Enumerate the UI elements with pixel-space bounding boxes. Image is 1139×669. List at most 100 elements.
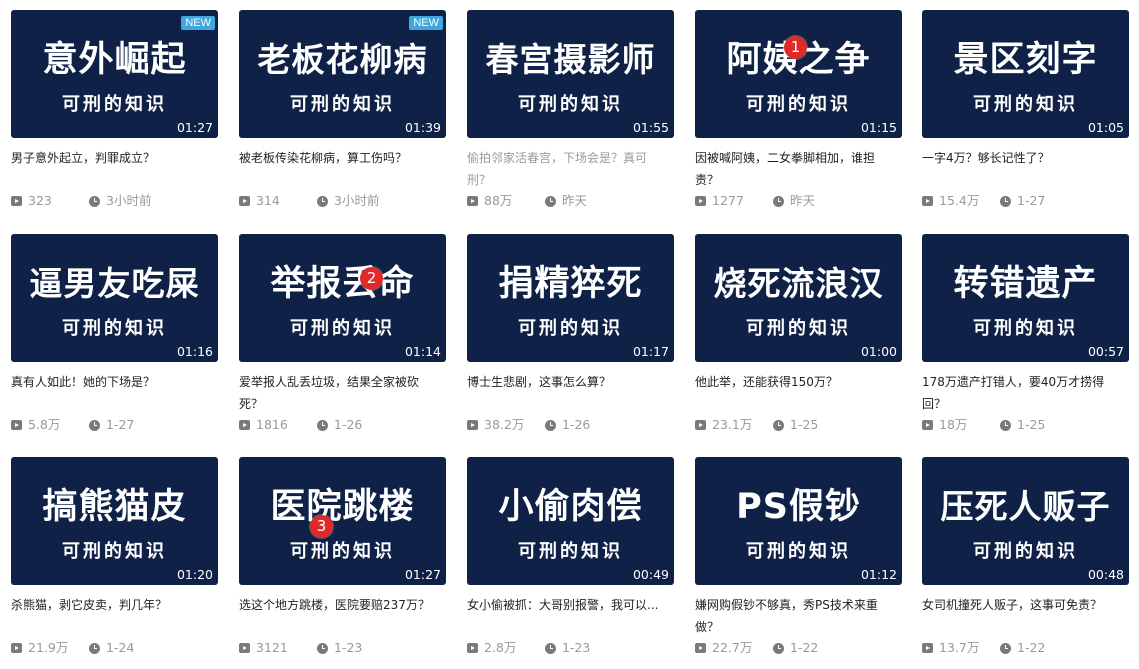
play-count-value: 22.7万 (712, 640, 753, 655)
play-count: 18万 (922, 416, 967, 434)
thumbnail-title: 压死人贩子 (940, 487, 1111, 526)
video-thumbnail[interactable]: 春宫摄影师 可刑的知识 01:55 (467, 10, 674, 138)
play-count-value: 88万 (484, 193, 513, 208)
thumbnail-title: 搞熊猫皮 (42, 487, 187, 527)
video-card[interactable]: 阿姨之争 可刑的知识 01:15 1 因被喊阿姨，二女拳脚相加，谁担责？ 1277 昨天 (695, 10, 902, 222)
publish-time: 1-24 (89, 639, 134, 657)
play-count-icon (11, 420, 22, 430)
video-meta: 1277 昨天 (695, 192, 902, 210)
publish-time: 3小时前 (317, 192, 379, 210)
thumbnail-subtitle: 可刑的知识 (62, 318, 167, 339)
video-card[interactable]: 捐精猝死 可刑的知识 01:17 博士生悲剧，这事怎么算？ 38.2万 1-26 (467, 234, 674, 446)
rank-badge: 1 (784, 36, 807, 59)
video-description[interactable]: 男子意外起立，判罪成立？ (11, 147, 211, 169)
play-count-value: 323 (28, 193, 52, 208)
clock-icon (89, 642, 100, 654)
video-description[interactable]: 女司机撞死人贩子，这事可免责？ (922, 594, 1122, 616)
video-thumbnail[interactable]: 小偷肉偿 可刑的知识 00:49 (467, 457, 674, 585)
video-description[interactable]: 一字4万？够长记性了？ (922, 147, 1122, 169)
play-count-icon (11, 643, 22, 653)
play-count-value: 5.8万 (28, 417, 61, 432)
video-description[interactable]: 真有人如此！她的下场是？ (11, 371, 211, 393)
video-thumbnail[interactable]: PS假钞 可刑的知识 01:12 (695, 457, 902, 585)
new-badge: NEW (181, 16, 215, 30)
thumbnail-subtitle: 可刑的知识 (746, 541, 851, 562)
video-meta: 88万 昨天 (467, 192, 674, 210)
play-count: 21.9万 (11, 639, 68, 657)
video-card[interactable]: 压死人贩子 可刑的知识 00:48 女司机撞死人贩子，这事可免责？ 13.7万 1-22 (922, 457, 1129, 669)
clock-icon (1000, 642, 1011, 654)
play-count-value: 2.8万 (484, 640, 517, 655)
thumbnail-title: 举报丢命 (270, 264, 415, 304)
video-description[interactable]: 嫌网购假钞不够真，秀PS技术来重做？ (695, 594, 895, 638)
video-thumbnail[interactable]: 意外崛起 可刑的知识 01:27 NEW (11, 10, 218, 138)
publish-time: 1-26 (545, 416, 590, 434)
play-count-value: 1277 (712, 193, 744, 208)
clock-icon (317, 195, 328, 207)
thumbnail-title: 景区刻字 (953, 40, 1098, 80)
thumbnail-subtitle: 可刑的知识 (290, 541, 395, 562)
play-count: 38.2万 (467, 416, 524, 434)
video-thumbnail[interactable]: 阿姨之争 可刑的知识 01:15 1 (695, 10, 902, 138)
thumbnail-subtitle: 可刑的知识 (973, 318, 1078, 339)
duration-label: 00:57 (1087, 344, 1124, 359)
play-count-icon (695, 420, 706, 430)
duration-label: 01:27 (176, 120, 213, 135)
video-card[interactable]: 烧死流浪汉 可刑的知识 01:00 他此举，还能获得150万？ 23.1万 1-25 (695, 234, 902, 446)
video-thumbnail[interactable]: 烧死流浪汉 可刑的知识 01:00 (695, 234, 902, 362)
play-count-icon (467, 420, 478, 430)
video-card[interactable]: 景区刻字 可刑的知识 01:05 一字4万？够长记性了？ 15.4万 1-27 (922, 10, 1129, 222)
video-thumbnail[interactable]: 老板花柳病 可刑的知识 01:39 NEW (239, 10, 446, 138)
video-card[interactable]: 小偷肉偿 可刑的知识 00:49 女小偷被抓：大哥别报警，我可以... 2.8万 1-23 (467, 457, 674, 669)
video-card[interactable]: PS假钞 可刑的知识 01:12 嫌网购假钞不够真，秀PS技术来重做？ 22.7万 1-2… (695, 457, 902, 669)
thumbnail-title: PS假钞 (736, 487, 861, 527)
video-description[interactable]: 偷拍邻家活春宫，下场会是？真可刑？ (467, 147, 667, 191)
video-description[interactable]: 他此举，还能获得150万？ (695, 371, 895, 393)
video-description[interactable]: 选这个地方跳楼，医院要赔237万？ (239, 594, 439, 616)
video-card[interactable]: 医院跳楼 可刑的知识 01:27 3 选这个地方跳楼，医院要赔237万？ 3121 1-23 (239, 457, 446, 669)
video-description[interactable]: 博士生悲剧，这事怎么算？ (467, 371, 667, 393)
video-thumbnail[interactable]: 搞熊猫皮 可刑的知识 01:20 (11, 457, 218, 585)
thumbnail-subtitle: 可刑的知识 (62, 94, 167, 115)
video-card[interactable]: 举报丢命 可刑的知识 01:14 2 爱举报人乱丢垃圾，结果全家被砍死？ 1816 1-26 (239, 234, 446, 446)
video-card[interactable]: 转错遗产 可刑的知识 00:57 178万遗产打错人，要40万才捞得回？ 18万 1-25 (922, 234, 1129, 446)
video-description[interactable]: 因被喊阿姨，二女拳脚相加，谁担责？ (695, 147, 895, 191)
publish-time: 1-22 (773, 639, 818, 657)
video-description[interactable]: 爱举报人乱丢垃圾，结果全家被砍死？ (239, 371, 439, 415)
clock-icon (89, 195, 100, 207)
video-description[interactable]: 杀熊猫，剥它皮卖，判几年？ (11, 594, 211, 616)
thumbnail-subtitle: 可刑的知识 (973, 541, 1078, 562)
play-count-icon (922, 196, 933, 206)
thumbnail-title: 烧死流浪汉 (713, 264, 884, 303)
thumbnail-title: 医院跳楼 (270, 487, 415, 527)
play-count-value: 314 (256, 193, 280, 208)
publish-time: 1-25 (1000, 416, 1045, 434)
video-card[interactable]: 春宫摄影师 可刑的知识 01:55 偷拍邻家活春宫，下场会是？真可刑？ 88万 昨天 (467, 10, 674, 222)
video-thumbnail[interactable]: 景区刻字 可刑的知识 01:05 (922, 10, 1129, 138)
video-description[interactable]: 178万遗产打错人，要40万才捞得回？ (922, 371, 1122, 415)
video-description[interactable]: 被老板传染花柳病，算工伤吗？ (239, 147, 439, 169)
thumbnail-subtitle: 可刑的知识 (746, 318, 851, 339)
duration-label: 01:17 (632, 344, 669, 359)
video-card[interactable]: 逼男友吃屎 可刑的知识 01:16 真有人如此！她的下场是？ 5.8万 1-27 (11, 234, 218, 446)
video-meta: 13.7万 1-22 (922, 639, 1129, 657)
publish-time: 1-22 (1000, 639, 1045, 657)
new-badge: NEW (409, 16, 443, 30)
video-meta: 18万 1-25 (922, 416, 1129, 434)
video-thumbnail[interactable]: 转错遗产 可刑的知识 00:57 (922, 234, 1129, 362)
video-card[interactable]: 意外崛起 可刑的知识 01:27 NEW 男子意外起立，判罪成立？ 323 3小时前 (11, 10, 218, 222)
video-thumbnail[interactable]: 捐精猝死 可刑的知识 01:17 (467, 234, 674, 362)
video-thumbnail[interactable]: 压死人贩子 可刑的知识 00:48 (922, 457, 1129, 585)
video-thumbnail[interactable]: 逼男友吃屎 可刑的知识 01:16 (11, 234, 218, 362)
thumbnail-subtitle: 可刑的知识 (746, 94, 851, 115)
video-card[interactable]: 老板花柳病 可刑的知识 01:39 NEW 被老板传染花柳病，算工伤吗？ 314 3小时前 (239, 10, 446, 222)
video-thumbnail[interactable]: 医院跳楼 可刑的知识 01:27 3 (239, 457, 446, 585)
play-count-icon (11, 196, 22, 206)
video-description[interactable]: 女小偷被抓：大哥别报警，我可以... (467, 594, 667, 616)
publish-time-value: 1-24 (106, 640, 135, 655)
play-count-value: 18万 (939, 417, 968, 432)
video-card[interactable]: 搞熊猫皮 可刑的知识 01:20 杀熊猫，剥它皮卖，判几年？ 21.9万 1-24 (11, 457, 218, 669)
clock-icon (89, 419, 100, 431)
clock-icon (1000, 195, 1011, 207)
video-thumbnail[interactable]: 举报丢命 可刑的知识 01:14 2 (239, 234, 446, 362)
